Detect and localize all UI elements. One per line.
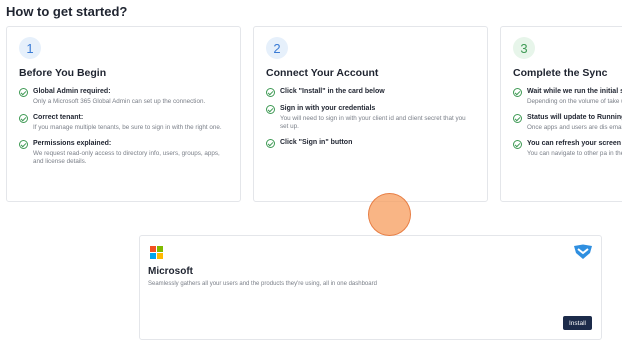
check-circle-icon <box>266 105 275 114</box>
step-heading: Sign in with your credentials <box>280 105 376 112</box>
logo-square-red <box>150 246 156 252</box>
check-circle-icon <box>266 139 275 148</box>
step-heading: Wait while we run the initial s <box>527 88 622 95</box>
install-button[interactable]: Install <box>563 316 592 330</box>
step-description: You can navigate to other pa in the back… <box>527 150 622 157</box>
step-heading: Click "Sign in" button <box>280 139 353 146</box>
microsoft-integration-card: Microsoft Seamlessly gathers all your us… <box>139 235 602 340</box>
list-item: Correct tenant: If you manage multiple t… <box>19 113 228 132</box>
list-item: Sign in with your credentials You will n… <box>266 104 475 131</box>
step-heading: You can refresh your screen <box>527 140 622 147</box>
logo-square-green <box>157 246 163 252</box>
list-item: Permissions explained: We request read-o… <box>19 139 228 166</box>
step-number-badge: 3 <box>513 37 535 59</box>
step-description: Once apps and users are dis email and no… <box>527 124 622 131</box>
list-item: You can refresh your screen You can navi… <box>513 139 622 158</box>
step-description: You will need to sign in with your clien… <box>280 115 466 130</box>
step-heading: Status will update to Running <box>527 114 622 121</box>
step-card-connect-account: 2 Connect Your Account Click "Install" i… <box>253 26 488 202</box>
integration-description: Seamlessly gathers all your users and th… <box>148 281 377 287</box>
step-heading: Click "Install" in the card below <box>280 88 385 95</box>
step-description: We request read-only access to directory… <box>33 150 220 165</box>
card-title: Before You Begin <box>19 67 107 79</box>
check-circle-icon <box>19 140 28 149</box>
page-title: How to get started? <box>6 4 128 19</box>
list-item: Global Admin required: Only a Microsoft … <box>19 87 228 106</box>
step-card-before-you-begin: 1 Before You Begin Global Admin required… <box>6 26 241 202</box>
list-item: Wait while we run the initial s Dependin… <box>513 87 622 106</box>
step-heading: Global Admin required: <box>33 88 111 95</box>
shield-check-icon <box>574 244 592 259</box>
list-item: Click "Install" in the card below <box>266 87 475 97</box>
list-item: Status will update to Running Once apps … <box>513 113 622 132</box>
integration-name: Microsoft <box>148 266 193 277</box>
check-circle-icon <box>513 88 522 97</box>
step-number-badge: 1 <box>19 37 41 59</box>
step-heading: Correct tenant: <box>33 114 84 121</box>
microsoft-logo-icon <box>150 246 163 259</box>
check-circle-icon <box>513 140 522 149</box>
card-title: Complete the Sync <box>513 67 608 79</box>
step-heading: Permissions explained: <box>33 140 112 147</box>
step-description: Depending on the volume of take up to an… <box>527 98 622 105</box>
logo-square-yellow <box>157 253 163 259</box>
check-circle-icon <box>19 88 28 97</box>
check-circle-icon <box>513 114 522 123</box>
logo-square-blue <box>150 253 156 259</box>
step-description: If you manage multiple tenants, be sure … <box>33 124 222 131</box>
cursor-highlight <box>368 193 411 236</box>
check-circle-icon <box>19 114 28 123</box>
step-number-badge: 2 <box>266 37 288 59</box>
card-title: Connect Your Account <box>266 67 379 79</box>
step-description: Only a Microsoft 365 Global Admin can se… <box>33 98 206 105</box>
list-item: Click "Sign in" button <box>266 138 475 148</box>
check-circle-icon <box>266 88 275 97</box>
step-card-complete-sync: 3 Complete the Sync Wait while we run th… <box>500 26 622 202</box>
